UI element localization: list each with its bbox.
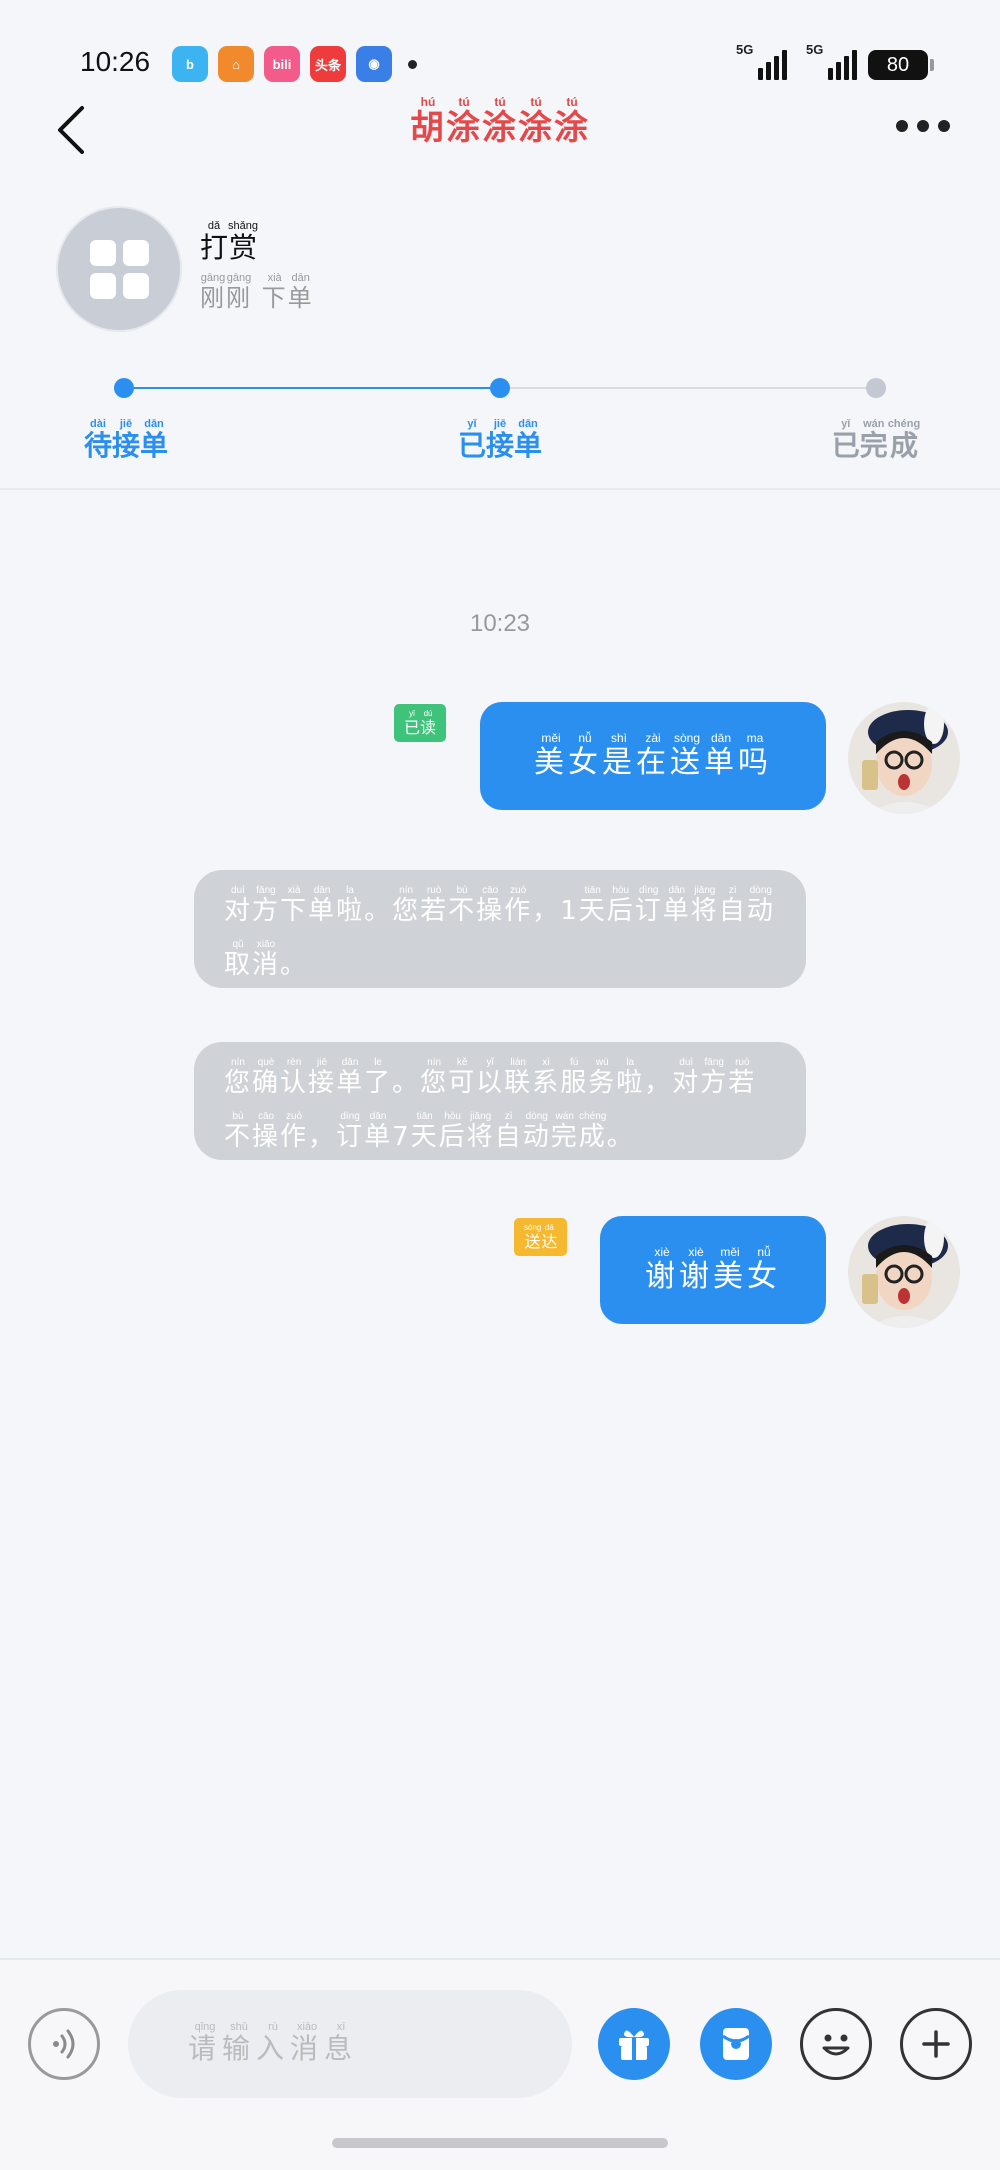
status-time: 10:26	[80, 46, 151, 77]
avatar[interactable]	[848, 702, 960, 814]
status-app-icons: b ⌂ bili 头条 ◉	[172, 46, 417, 82]
emoji-button[interactable]	[800, 2008, 872, 2080]
battery-icon: 80	[868, 50, 934, 80]
voice-icon	[53, 2029, 75, 2059]
message-bubble-outgoing[interactable]: 谢xiè 谢xiè 美měi 女nǚ	[600, 1216, 826, 1324]
red-packet-icon	[722, 2028, 750, 2060]
gift-button[interactable]	[598, 2008, 670, 2080]
app-2-app-icon: ⌂	[218, 46, 254, 82]
emoji-icon	[822, 2034, 850, 2056]
signal-icon: 5G	[806, 42, 857, 80]
status-bar: 10:26 b ⌂ bili 头条 ◉ 5G 5G 80	[0, 0, 1000, 100]
step-dot	[866, 378, 886, 398]
signal-label: 5G	[806, 42, 824, 57]
voice-button[interactable]	[28, 2008, 100, 2080]
system-message: 对duì方fāng下xià单dān啦la。您nín若ruò不bù操cāo作zuò…	[194, 870, 806, 988]
plus-icon	[922, 2030, 950, 2058]
avatar[interactable]	[848, 1216, 960, 1328]
more-dot-icon	[938, 120, 950, 132]
delivered-status-badge: 送sòng 达dá	[514, 1218, 568, 1256]
step-dot	[114, 378, 134, 398]
order-avatar[interactable]	[56, 206, 182, 332]
order-progress: 待dài接jiē单dān 已yǐ接jiē单dān 已yǐ完wán成chéng	[0, 360, 1000, 490]
chat-area[interactable]: 10:23 已yǐ 读dú 美měi 女nǚ 是shì 在zài 送sòng 单dān 吗ma…	[0, 490, 1000, 1958]
user-avatar-image	[848, 702, 960, 814]
more-dot-icon	[896, 120, 908, 132]
notification-dot-icon	[408, 59, 417, 69]
toutiao-app-icon: 头条	[310, 46, 346, 82]
gift-icon	[619, 2030, 649, 2060]
red-packet-button[interactable]	[700, 2008, 772, 2080]
step-label-completed: 已yǐ完wán成chéng	[831, 418, 921, 462]
user-avatar-image	[848, 1216, 960, 1328]
app-3-app-icon: bili	[264, 46, 300, 82]
read-status-badge: 已yǐ 读dú	[394, 704, 447, 742]
more-button[interactable]	[896, 116, 956, 136]
progress-line-pending	[500, 387, 876, 389]
more-actions-button[interactable]	[900, 2008, 972, 2080]
step-label-accepted: 已yǐ接jiē单dān	[457, 418, 543, 462]
system-message: 您nín确què认rèn接jiē单dān了le。您nín可kě以yǐ联lián系…	[194, 1042, 806, 1160]
order-title: 打dǎ赏shǎng	[200, 220, 258, 264]
message-bubble-outgoing[interactable]: 美měi 女nǚ 是shì 在zài 送sòng 单dān 吗ma	[480, 702, 826, 810]
step-label-pending-accept: 待dài接jiē单dān	[83, 418, 169, 462]
progress-line-done	[124, 387, 500, 389]
message-input[interactable]: 请qǐng 输shū 入rù 消xiāo 息xī	[128, 1990, 572, 2098]
home-indicator[interactable]	[332, 2138, 668, 2148]
signal-label: 5G	[736, 42, 754, 57]
more-dot-icon	[917, 120, 929, 132]
game-app-icon: ◉	[356, 46, 392, 82]
page-title: 胡hú涂tú涂tú涂tú涂tú	[410, 95, 590, 148]
chat-timestamp: 10:23	[469, 610, 531, 637]
signal-icon: 5G	[736, 42, 787, 80]
order-subtitle: 刚gāng刚gāng 下xià单dān	[200, 272, 314, 312]
step-dot	[490, 378, 510, 398]
app-1-app-icon: b	[172, 46, 208, 82]
apps-grid-icon	[89, 239, 149, 299]
